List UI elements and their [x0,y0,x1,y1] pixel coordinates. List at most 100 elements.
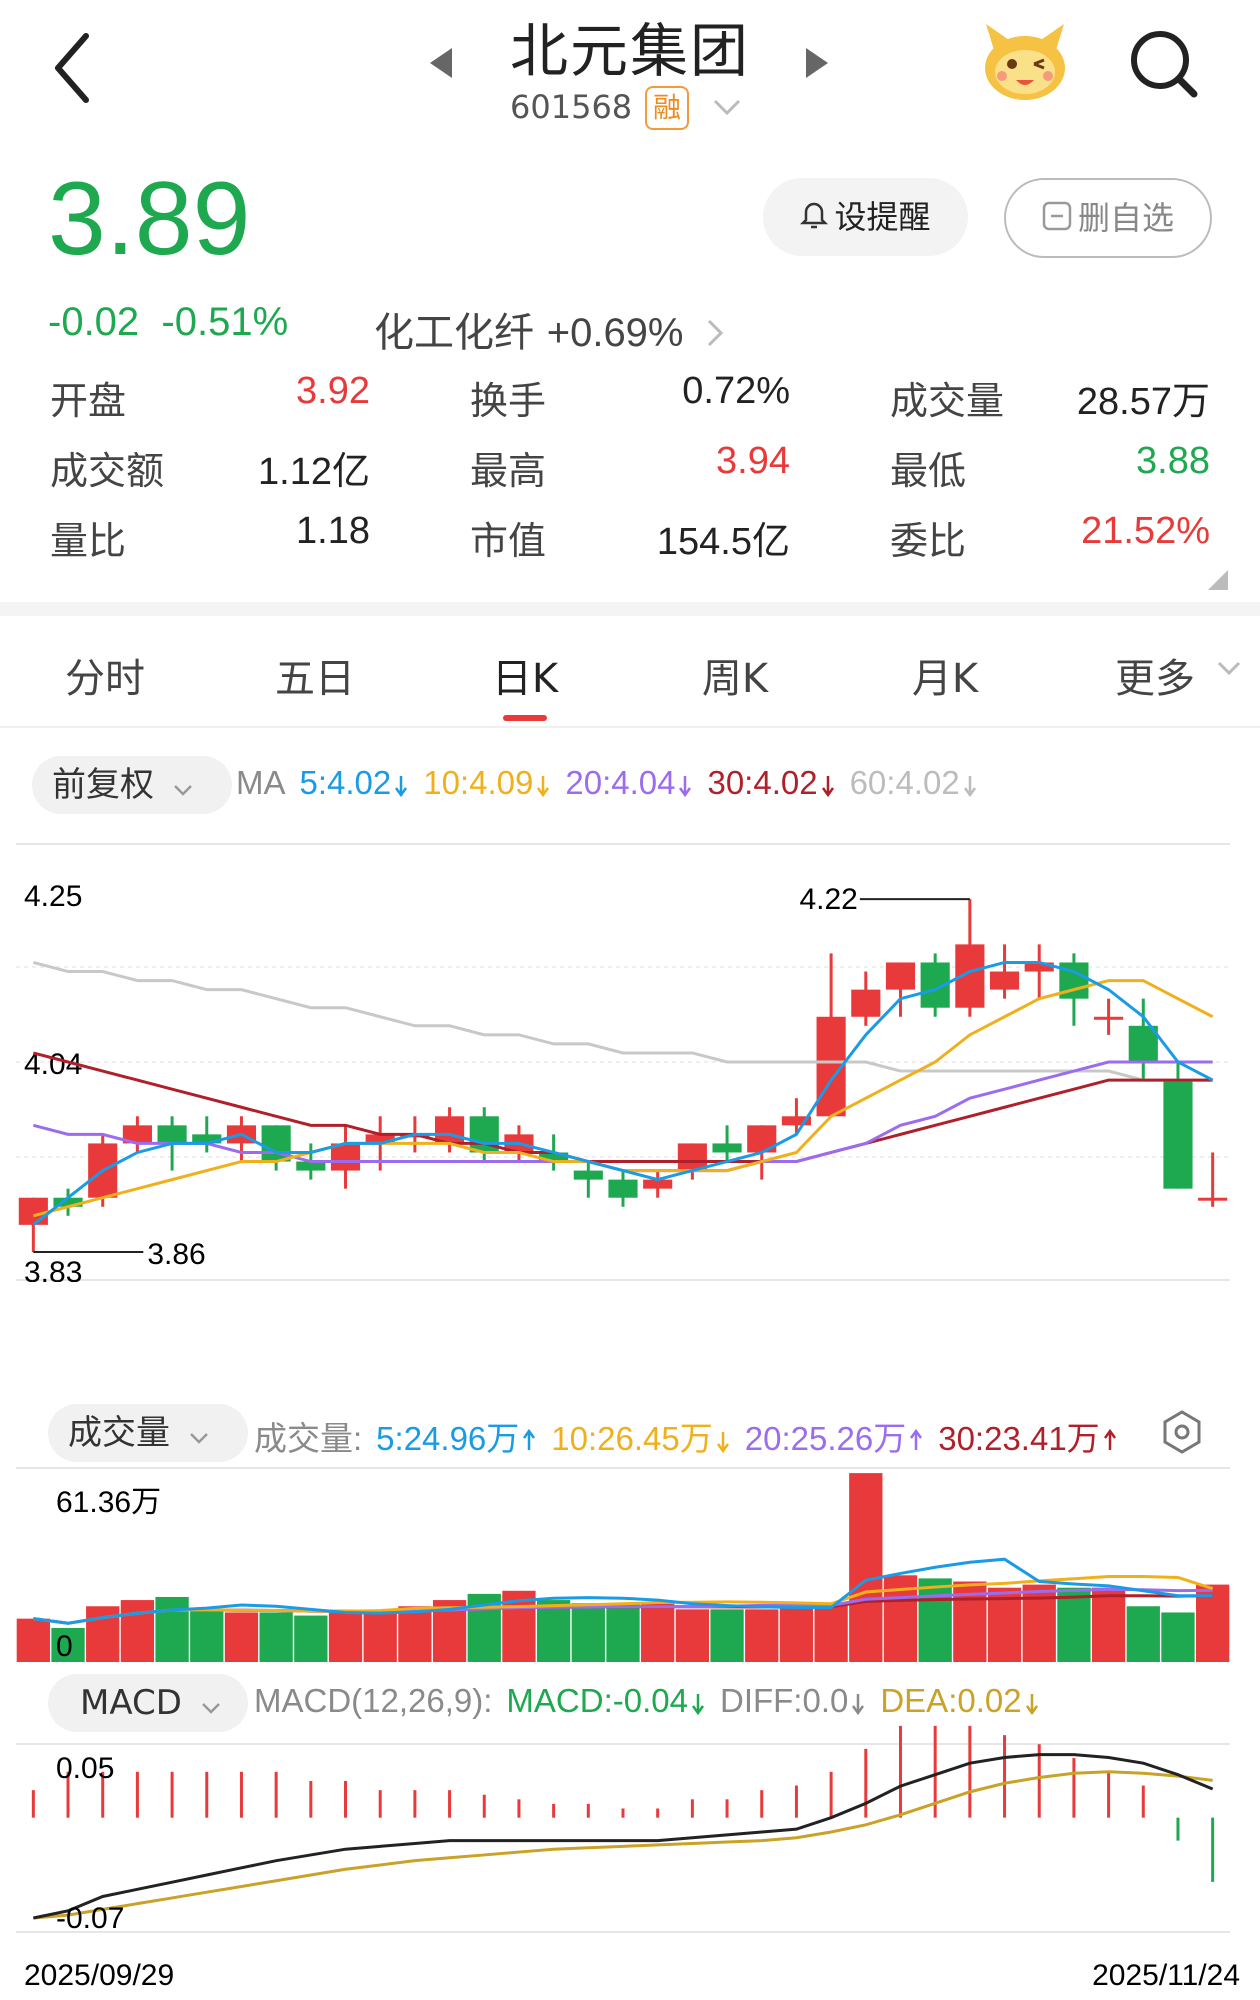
candle-body [1094,1016,1124,1020]
stat-label: 市值 [470,519,547,563]
x-axis-start-date: 2025/09/29 [24,1959,174,1992]
legend-prefix: 成交量: [254,1420,363,1457]
sector-change: +0.69% [546,311,684,355]
volume-bar [294,1615,328,1662]
set-alert-button[interactable]: 设提醒 [763,178,968,256]
volume-chart[interactable]: 61.36万 0 [0,1466,1260,1666]
arrow-down-icon [713,1420,731,1457]
section-divider [0,602,1260,616]
expand-corner-icon[interactable] [1208,570,1228,594]
volume-bar [190,1609,224,1662]
volume-bar [675,1609,710,1662]
next-stock-icon[interactable] [802,46,830,84]
settings-icon[interactable] [1162,1410,1202,1458]
remove-favorite-label: 删自选 [1077,199,1174,237]
stat-label: 最低 [890,449,967,493]
stat-value: 3.88 [1136,440,1210,482]
candle-body [989,971,1020,990]
legend-item: 5:4.02 [299,764,392,801]
volume-bar [571,1603,605,1662]
tab-3[interactable]: 周K [660,646,810,704]
price-change-row: -0.02 -0.51% [48,300,288,345]
remove-favorite-button[interactable]: 删自选 [1004,178,1212,258]
mascot-icon[interactable] [980,20,1070,108]
stat-value: 28.57万 [1076,381,1210,423]
stock-name: 北元集团 [509,17,750,85]
legend-item: 10:4.09 [423,764,534,801]
price-change: -0.02 [48,300,140,344]
stat-label: 最高 [470,449,547,493]
volume-bar [120,1600,155,1662]
stat-label: 成交量 [890,379,1005,423]
volume-legend: 成交量: 5:24.96万 10:26.45万 20:25.26万 30:23.41万 [254,1412,1118,1460]
volume-indicator-selector[interactable]: 成交量 [48,1404,248,1462]
legend-item: 20:25.26万 [744,1420,907,1457]
search-icon[interactable] [1128,28,1200,104]
arrow-down-icon [533,764,551,801]
set-alert-label: 设提醒 [834,198,931,236]
stat-label: 换手 [470,379,547,423]
legend-item: 20:4.04 [565,764,676,801]
stat-label: 量比 [50,519,127,563]
chevron-right-icon [706,312,724,358]
max-marker-label: 4.22 [799,883,857,916]
x-axis-end-date: 2025/11/24 [1092,1959,1240,1992]
last-price: 3.89 [48,161,251,277]
tab-4[interactable]: 月K [870,646,1020,704]
candle-body [712,1143,742,1153]
volume-axis-top: 61.36万 [56,1486,161,1519]
volume-bar [86,1606,120,1662]
arrow-down-icon [391,764,409,801]
stat-label: 成交额 [50,449,165,493]
arrow-down-icon [818,764,836,801]
tab-0[interactable]: 分时 [30,646,180,704]
arrow-down-icon [675,764,693,801]
min-marker-label: 3.86 [147,1238,205,1271]
price-axis-bottom: 3.83 [24,1256,82,1282]
volume-bar [16,1618,50,1662]
price-change-pct: -0.51% [161,300,289,344]
stats-grid: 开盘 3.92 换手 0.72% 成交量 28.57万 成交额 1.12亿 最高 3.94 最低 3.… [0,370,1260,570]
dropdown-icon[interactable] [712,98,742,122]
stat-value: 21.52% [1081,510,1210,552]
candle-body [608,1179,638,1198]
volume-bar [710,1609,744,1662]
margin-badge: 融 [645,86,689,130]
stat-value: 154.5亿 [656,521,790,563]
legend-item: 10:26.45万 [551,1420,713,1457]
stat-label: 开盘 [50,379,127,423]
volume-bar [1161,1612,1195,1662]
chevron-down-icon [189,1406,209,1464]
volume-bar [155,1596,189,1662]
candlestick-chart[interactable]: 4.254.043.834.223.86 [0,842,1260,1282]
volume-bar [328,1612,363,1662]
sector-name: 化工化纤 [374,310,534,356]
volume-bar [536,1600,571,1662]
stat-value: 1.12亿 [258,451,370,493]
volume-bar [398,1606,432,1662]
candle-body [157,1125,187,1144]
legend-item: 5:24.96万 [376,1420,520,1457]
volume-bar [1091,1587,1126,1662]
bell-icon [800,180,829,258]
chevron-down-icon [173,758,193,816]
macd-axis-top: 0.05 [56,1752,114,1785]
dea-line [33,1770,1213,1920]
tab-5[interactable]: 更多 [1080,646,1230,704]
candle-body [1163,1080,1193,1189]
minus-box-icon [1042,182,1072,258]
tab-1[interactable]: 五日 [240,646,390,704]
tab-2[interactable]: 日K [450,646,600,704]
volume-bar [1126,1606,1160,1662]
stat-label: 委比 [890,519,967,563]
volume-axis-bottom: 0 [56,1630,73,1663]
stat-value: 1.18 [296,510,370,552]
arrow-up-icon [906,1420,924,1457]
legend-item: 60:4.02 [849,764,960,801]
stat-value: 3.92 [296,370,370,412]
macd-chart[interactable]: 0.05 -0.07 2025/09/29 2025/11/24 [0,1690,1260,2000]
sector-link[interactable]: 化工化纤 +0.69% [374,300,724,358]
more-chevron-icon[interactable] [1216,660,1242,682]
adjust-selector[interactable]: 前复权 [32,756,232,814]
legend-item: 30:23.41万 [938,1420,1100,1457]
